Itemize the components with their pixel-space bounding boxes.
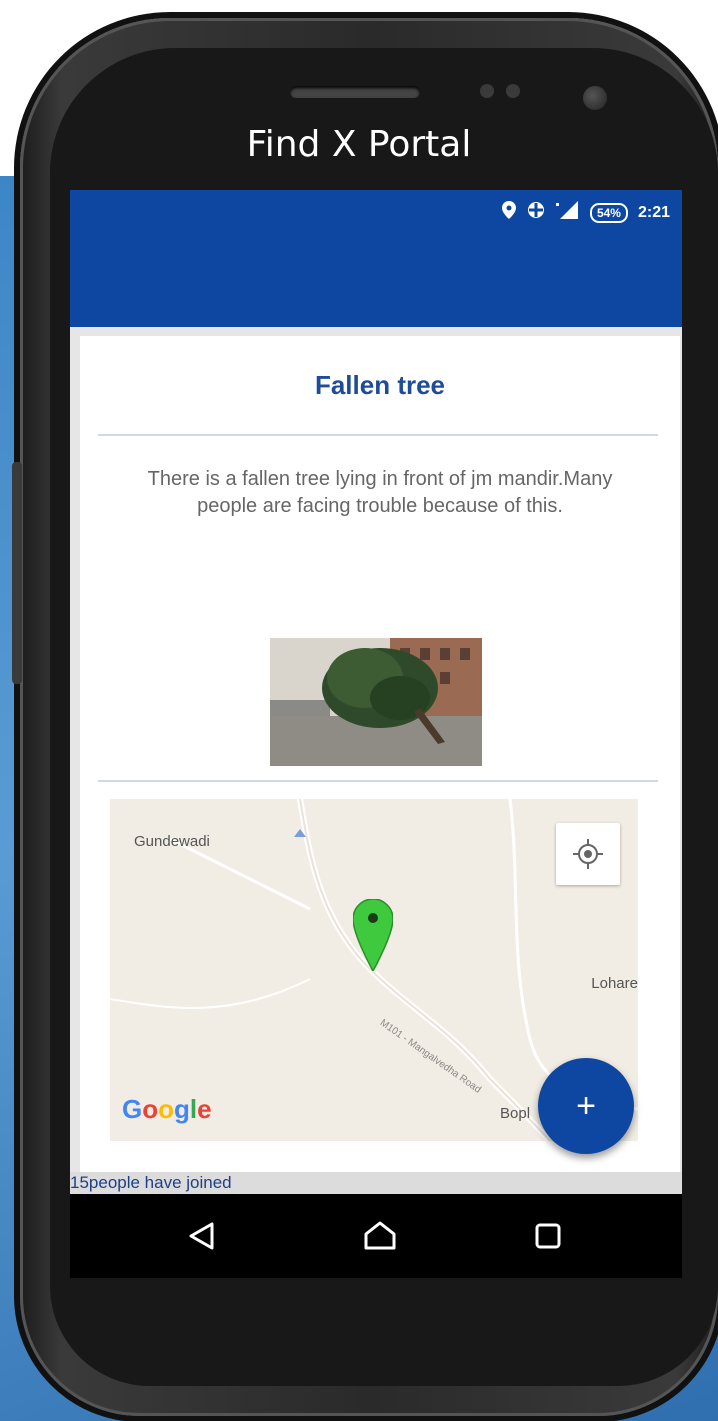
volume-button: [12, 462, 22, 684]
portal-title: Find X Portal: [246, 124, 472, 165]
issue-title: Fallen tree: [314, 370, 446, 400]
title-divider: [98, 434, 658, 436]
issue-description: There is a fallen tree lying in front of…: [147, 468, 613, 517]
status-time: 2:21: [637, 203, 670, 221]
recents-button[interactable]: [526, 1214, 570, 1258]
location-pin-icon: [501, 201, 516, 224]
my-location-button[interactable]: [556, 823, 620, 885]
issue-card: Fallen tree There is a fallen tree lying…: [80, 336, 680, 1176]
location-marker-icon[interactable]: [352, 898, 394, 976]
home-button[interactable]: [358, 1214, 402, 1258]
signal-icon: [555, 201, 580, 224]
battery-icon: 54%: [589, 202, 628, 223]
front-camera: [583, 86, 607, 110]
data-saver-icon: [526, 200, 546, 225]
crosshair-icon: [573, 839, 603, 869]
map-label-lohare: Lohare: [591, 975, 638, 992]
app-bar: 54% 2:21: [70, 190, 682, 327]
earpiece-speaker: [290, 86, 420, 98]
back-triangle-icon: [189, 1222, 214, 1250]
add-fab-button[interactable]: +: [538, 1058, 634, 1154]
joined-count-text: 15people have joined: [70, 1172, 682, 1194]
phone-screen: 54% 2:21 Fallen tree There is a fallen t…: [70, 190, 682, 1278]
map-label-bopl: Bopl: [500, 1105, 531, 1122]
android-nav-bar: [70, 1194, 682, 1278]
home-icon: [364, 1221, 396, 1250]
map-divider: [98, 780, 658, 782]
map-label-gundewadi: Gundewadi: [134, 833, 210, 850]
status-icons: 54% 2:21: [501, 200, 670, 225]
fallen-tree-photo[interactable]: [270, 638, 482, 766]
light-sensor: [506, 84, 520, 98]
proximity-sensor: [480, 84, 494, 98]
back-button[interactable]: [180, 1214, 224, 1258]
google-logo: Google: [122, 1094, 212, 1124]
recents-square-icon: [535, 1223, 561, 1249]
